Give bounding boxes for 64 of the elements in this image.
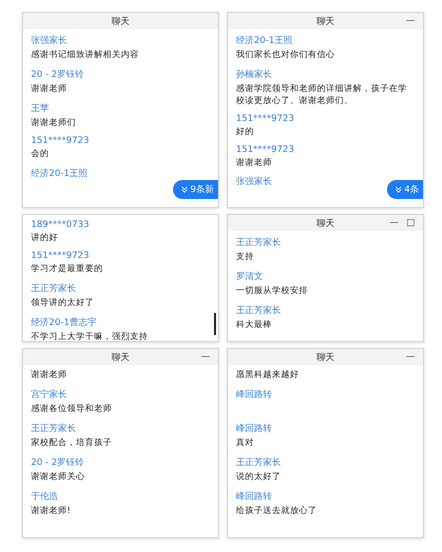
window-control[interactable]: — bbox=[406, 352, 415, 362]
window-control[interactable]: □ bbox=[406, 218, 415, 228]
message-text: 真对 bbox=[236, 438, 255, 450]
message-text: 不学习上大学干嘛，强烈支持 bbox=[31, 332, 149, 341]
sender-name: 189****0733 bbox=[31, 220, 90, 230]
sender-name: 张强家长 bbox=[236, 176, 272, 188]
sender-name: 王正芳家长 bbox=[236, 304, 281, 317]
new-messages-button[interactable]: 9条新 bbox=[173, 180, 218, 199]
chevron-icon bbox=[395, 186, 402, 193]
message-text: 愿黑科越来越好 bbox=[236, 370, 300, 382]
window-control[interactable]: — bbox=[201, 352, 210, 362]
message-text: 谢谢老师们 bbox=[31, 118, 77, 130]
window-title: 聊天 bbox=[112, 352, 130, 364]
chevron-icon bbox=[181, 186, 188, 193]
message-text: 说的太好了 bbox=[236, 472, 282, 484]
message-text: 好的 bbox=[236, 126, 255, 139]
message-text: 一切服从学校安排 bbox=[236, 286, 309, 298]
message-text: 谢谢老师 bbox=[236, 158, 273, 170]
message-text: 科大最棒 bbox=[236, 320, 273, 332]
message-text: 会的 bbox=[31, 148, 50, 161]
sender-name: 张强家长 bbox=[31, 34, 67, 47]
sender-name: 151****9723 bbox=[31, 250, 90, 261]
sender-name: 20 - 2罗钰铃 bbox=[31, 68, 84, 81]
sender-name: 于伦浩 bbox=[31, 490, 58, 503]
sender-name: 王苹 bbox=[31, 102, 49, 115]
message-text: 支持 bbox=[236, 252, 255, 264]
message-text: 学习才是最重要的 bbox=[31, 264, 104, 276]
message-text: 领导讲的太好了 bbox=[31, 298, 95, 310]
sender-name: 罗清文 bbox=[236, 270, 263, 283]
message-text: 讲的好 bbox=[31, 233, 59, 245]
sender-name: 经济20-1王照 bbox=[31, 168, 88, 180]
sender-name: 王正芳家长 bbox=[236, 236, 281, 249]
message-text: 我们家长也对你们有信心 bbox=[236, 50, 336, 62]
new-messages-button[interactable]: 4条 bbox=[387, 180, 423, 199]
message-text: 感谢学院领导和老师的详细讲解，孩子在学校读更放心了。谢谢老师们。 bbox=[236, 84, 408, 108]
message-text: 谢谢老师 bbox=[31, 370, 68, 382]
sender-name: 151****9723 bbox=[236, 114, 294, 124]
window-control[interactable]: — bbox=[389, 218, 398, 228]
sender-name: 20 - 2罗钰铃 bbox=[31, 456, 84, 469]
sender-name: 151****9723 bbox=[236, 144, 294, 155]
sender-name: 宫宁家长 bbox=[31, 388, 67, 401]
message-text: 谢谢老师关心 bbox=[31, 472, 86, 484]
window-title: 聊天 bbox=[316, 16, 334, 28]
sender-name: 孙楠家长 bbox=[236, 68, 272, 81]
window-title: 聊天 bbox=[112, 16, 130, 28]
message-text: 感谢书记细致讲解相关内容 bbox=[31, 50, 140, 62]
message-text: 谢谢老师! bbox=[31, 506, 72, 518]
scrollbar[interactable] bbox=[214, 313, 216, 335]
sender-name: 151****9723 bbox=[31, 136, 90, 146]
message-text: 谢谢老师 bbox=[31, 84, 68, 96]
message-text: 家校配合，培育孩子 bbox=[31, 438, 113, 450]
message-text: 给孩子送去就放心了 bbox=[236, 506, 318, 518]
sender-name: 王正芳家长 bbox=[236, 456, 281, 469]
sender-name: 峰回路转 bbox=[236, 490, 272, 503]
window-control[interactable]: — bbox=[406, 16, 415, 26]
message-text: 感谢各位领导和老师 bbox=[31, 404, 113, 416]
sender-name: 经济20-1曹志宇 bbox=[31, 316, 96, 329]
sender-name: 王正芳家长 bbox=[31, 422, 76, 435]
sender-name: 峰回路转 bbox=[236, 422, 272, 435]
sender-name: 王正芳家长 bbox=[31, 282, 76, 295]
window-title: 聊天 bbox=[316, 352, 334, 364]
sender-name: 峰回路转 bbox=[236, 388, 272, 401]
window-title: 聊天 bbox=[316, 218, 334, 230]
sender-name: 经济20-1王照 bbox=[236, 34, 292, 47]
